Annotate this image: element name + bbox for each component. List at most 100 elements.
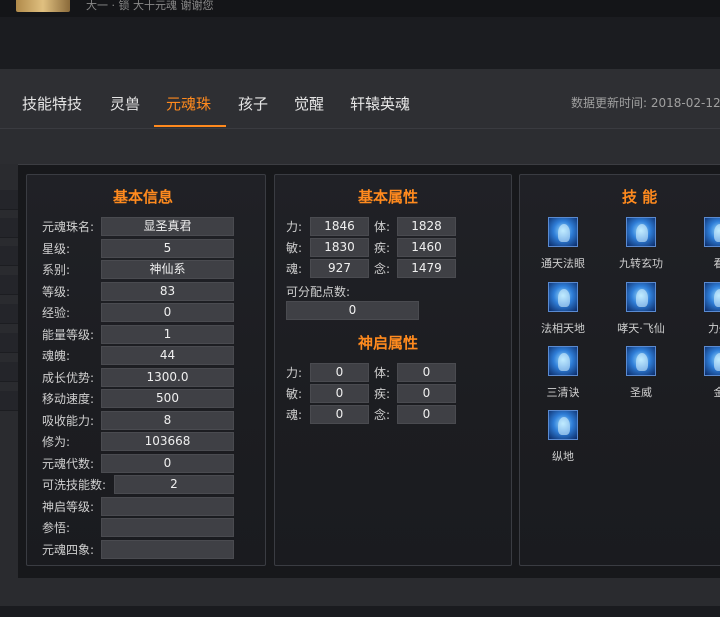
info-value (101, 539, 234, 559)
info-value: 显圣真君 (101, 217, 234, 236)
active-tab-indicator (154, 125, 226, 127)
info-value: 500 (101, 389, 234, 408)
tab-awaken[interactable]: 觉醒 (294, 93, 324, 114)
attr-label: 敏: (286, 387, 303, 401)
attr-value: 0 (310, 363, 369, 382)
info-label: 吸收能力: (42, 413, 95, 428)
skill-meditation-icon[interactable] (626, 217, 656, 247)
attr-label: 魂: (286, 408, 303, 422)
info-value: 神仙系 (101, 260, 234, 279)
attr-label: 力: (286, 366, 303, 380)
skill-name: 纵地 (552, 450, 574, 463)
skill-eye-icon[interactable] (548, 217, 578, 247)
skill-item[interactable]: 哮天·飞仙 (611, 282, 671, 336)
skill-icon[interactable] (704, 346, 720, 376)
skills-title: 技 能 (622, 188, 658, 206)
info-value: 83 (101, 281, 234, 301)
info-label: 等级: (42, 284, 71, 299)
attr-value: 1846 (310, 217, 369, 236)
info-label: 系别: (42, 263, 71, 277)
attr-value: 1479 (397, 259, 456, 278)
skill-trinity-icon[interactable] (548, 346, 578, 376)
info-label: 成长优势: (42, 370, 95, 385)
points-label: 可分配点数: (286, 285, 351, 299)
breadcrumb: 大一 · 锁 大十元魂 谢谢您 (86, 0, 214, 12)
attr-value: 0 (310, 405, 369, 424)
attr-label: 魂: (286, 262, 303, 276)
attr-label: 体: (374, 366, 391, 380)
side-tab[interactable] (0, 362, 18, 382)
top-strip: 大一 · 锁 大十元魂 谢谢您 (0, 0, 720, 17)
info-value: 8 (101, 410, 234, 430)
tab-xuanyuan-soul[interactable]: 轩辕英魂 (350, 93, 410, 114)
skill-item[interactable]: 九转玄功 (611, 217, 671, 271)
side-tab[interactable] (0, 190, 18, 210)
skill-hound-icon[interactable] (626, 282, 656, 312)
skill-icon[interactable] (704, 217, 720, 247)
info-value: 103668 (101, 432, 234, 451)
skill-giant-icon[interactable] (548, 282, 578, 312)
info-label: 星级: (42, 241, 71, 256)
attr-value: 1830 (310, 238, 369, 257)
skill-item[interactable]: 纵地 (533, 410, 593, 464)
attr-label: 力: (286, 220, 303, 234)
skill-item[interactable]: 通天法眼 (533, 217, 593, 271)
attr-value: 0 (310, 384, 369, 403)
info-label: 经验: (42, 306, 71, 320)
skill-item[interactable]: 法相天地 (533, 282, 593, 336)
info-label: 能量等级: (42, 327, 95, 342)
skill-item[interactable]: 看 (689, 217, 720, 271)
basic-info-title: 基本信息 (113, 188, 174, 206)
tab-spirit-beast[interactable]: 灵兽 (110, 93, 140, 114)
side-tab[interactable] (0, 218, 18, 238)
info-label: 元魂珠名: (42, 220, 95, 234)
skill-name: 金 (713, 386, 720, 399)
info-value: 2 (114, 475, 234, 494)
info-label: 魂魄: (42, 349, 71, 363)
attr-label: 敏: (286, 241, 303, 255)
info-label: 元魂四象: (42, 542, 95, 557)
attr-label: 念: (374, 408, 391, 422)
side-tab[interactable] (0, 391, 18, 411)
info-label: 参悟: (42, 521, 71, 535)
info-value: 44 (101, 346, 234, 365)
attr-label: 疾: (374, 387, 391, 401)
attr-label: 念: (374, 262, 391, 276)
attr-value: 0 (397, 405, 456, 424)
info-value: 1 (101, 324, 234, 344)
info-label: 修为: (42, 435, 71, 449)
info-value (101, 496, 234, 516)
info-label: 元魂代数: (42, 456, 95, 471)
info-value (101, 518, 234, 537)
tab-skills[interactable]: 技能特技 (22, 93, 82, 114)
info-value: 0 (101, 303, 234, 322)
skill-item[interactable]: 三清诀 (533, 346, 593, 400)
tab-child[interactable]: 孩子 (238, 93, 268, 114)
info-label: 移动速度: (42, 392, 95, 406)
avatar (16, 0, 70, 12)
tab-soul-orb[interactable]: 元魂珠 (166, 93, 211, 114)
skill-item[interactable]: 圣威 (611, 346, 671, 400)
side-tab[interactable] (0, 275, 18, 295)
skill-name: 法相天地 (541, 322, 585, 335)
info-label: 可洗技能数: (42, 478, 107, 492)
info-value: 5 (101, 238, 234, 258)
skill-item[interactable]: 金 (689, 346, 720, 400)
side-tab[interactable] (0, 304, 18, 324)
skill-name: 三清诀 (546, 386, 580, 399)
skill-name: 看 (713, 257, 720, 270)
skill-might-icon[interactable] (626, 346, 656, 376)
skill-icon[interactable] (704, 282, 720, 312)
skill-name: 力劈 (708, 322, 720, 335)
header-bar (0, 17, 720, 69)
skill-leap-icon[interactable] (548, 410, 578, 440)
attr-value: 0 (397, 363, 456, 382)
attr-label: 体: (374, 220, 391, 234)
side-tab[interactable] (0, 246, 18, 266)
side-tab[interactable] (0, 333, 18, 353)
divine-attrs-title: 神启属性 (358, 334, 419, 352)
info-value: 0 (101, 453, 234, 473)
skill-item[interactable]: 力劈 (689, 282, 720, 336)
points-value: 0 (286, 301, 419, 320)
info-label: 神启等级: (42, 499, 95, 514)
